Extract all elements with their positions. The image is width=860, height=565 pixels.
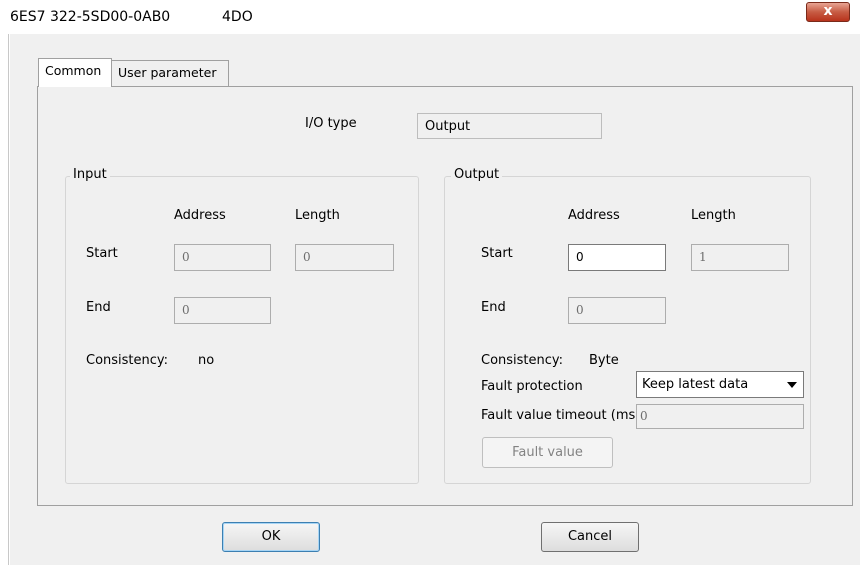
output-group-legend: Output [451, 167, 503, 182]
ok-button[interactable]: OK [222, 522, 320, 552]
tab-common[interactable]: Common [38, 58, 112, 87]
output-start-label: Start [481, 246, 513, 261]
output-address-header: Address [568, 208, 620, 223]
input-start-label: Start [86, 246, 118, 261]
fault-protection-selected: Keep latest data [642, 377, 749, 392]
io-type-field: Output [417, 113, 602, 139]
title-bar: 6ES7 322-5SD00-0AB0 4DO x [0, 0, 860, 34]
tab-common-label: Common [45, 63, 102, 78]
output-consistency-label: Consistency: [481, 353, 564, 368]
input-group-legend: Input [70, 167, 110, 182]
fault-value-button[interactable]: Fault value [482, 437, 613, 468]
input-start-address-field: 0 [174, 244, 271, 271]
output-length-header: Length [691, 208, 736, 223]
module-properties-dialog: 6ES7 322-5SD00-0AB0 4DO x Common User pa… [0, 0, 860, 565]
io-type-label: I/O type [305, 116, 357, 131]
close-button[interactable]: x [806, 2, 850, 22]
tab-user-parameter[interactable]: User parameter [111, 60, 229, 86]
fault-protection-dropdown[interactable]: Keep latest data [636, 371, 804, 398]
input-group [65, 176, 419, 484]
window-left-edge [0, 34, 10, 565]
output-start-address-input[interactable]: 0 [568, 244, 666, 271]
title-order-number: 6ES7 322-5SD00-0AB0 [10, 9, 171, 25]
input-length-header: Length [295, 208, 340, 223]
fault-timeout-label: Fault value timeout (ms) [481, 408, 641, 423]
output-start-length-field: 1 [691, 244, 789, 271]
title-module-type: 4DO [222, 9, 253, 25]
output-end-address-field: 0 [568, 297, 666, 324]
fault-timeout-field: 0 [636, 404, 804, 429]
input-consistency-value: no [198, 353, 215, 368]
cancel-button[interactable]: Cancel [541, 522, 639, 552]
close-icon: x [823, 3, 833, 19]
tab-user-parameter-label: User parameter [118, 65, 217, 80]
input-end-address-field: 0 [174, 297, 271, 324]
output-consistency-value: Byte [589, 353, 619, 368]
window-title: 6ES7 322-5SD00-0AB0 4DO [10, 9, 253, 25]
input-address-header: Address [174, 208, 226, 223]
input-start-length-field: 0 [295, 244, 394, 271]
output-end-label: End [481, 300, 506, 315]
input-end-label: End [86, 300, 111, 315]
input-consistency-label: Consistency: [86, 353, 169, 368]
fault-protection-label: Fault protection [481, 379, 583, 394]
dropdown-arrow-icon [787, 382, 797, 388]
